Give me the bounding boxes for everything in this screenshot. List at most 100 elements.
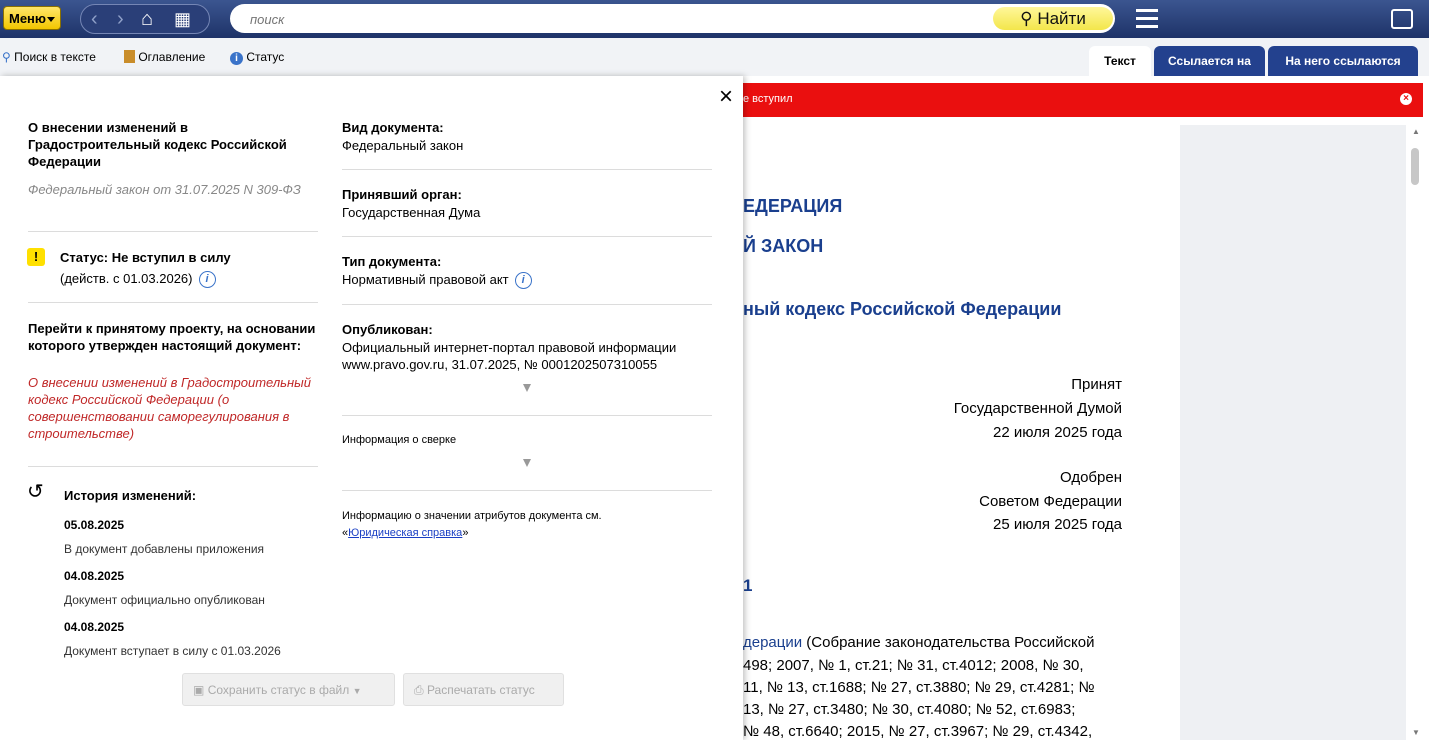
save-status-label: Сохранить статус в файл [207,683,350,697]
history-date: 05.08.2025 [64,518,125,532]
status-panel: × О внесении изменений в Градостроительн… [0,76,743,740]
book-icon [124,50,135,63]
history-date: 04.08.2025 [64,569,125,583]
status-button[interactable]: i Статус [230,50,284,65]
save-status-button[interactable]: ▣ Сохранить статус в файл ▼ [182,673,395,706]
doc-kind-value: Федеральный закон [342,138,464,153]
scroll-up-icon[interactable]: ▲ [1412,127,1420,136]
doc-heading: Й ЗАКОН [743,236,824,256]
disk-icon: ▣ [193,683,205,697]
scroll-down-icon[interactable]: ▼ [1412,728,1420,737]
warning-icon: ! [27,248,45,266]
forward-icon[interactable]: › [117,8,124,30]
tab-referenced-by[interactable]: На него ссылаются [1268,46,1418,76]
approved-line: 25 июля 2025 года [993,516,1122,533]
magnifier-icon: ⚲ [2,50,11,64]
printer-icon: ⎙ [414,683,424,697]
find-label: Найти [1037,9,1086,28]
status-effective-text: (действ. с 01.03.2026) [60,271,193,286]
divider [342,415,712,416]
history-icon: ↺ [27,481,44,503]
search-in-text-button[interactable]: ⚲ Поиск в тексте [2,50,96,64]
divider [342,304,712,305]
project-label: Перейти к принятому проекту, на основани… [28,321,316,353]
chevron-down-icon: ▼ [352,686,362,696]
doc-subtitle: Федеральный закон от 31.07.2025 N 309-ФЗ [28,182,301,197]
history-text: В документ добавлены приложения [64,542,265,556]
contents-button[interactable]: Оглавление [124,50,205,64]
article-number: 1 [743,576,753,595]
doc-title: О внесении изменений в Градостроительный… [28,120,287,169]
scrollbar[interactable]: ▲ ▼ [1407,125,1429,740]
home-icon[interactable]: ⌂ [141,8,153,30]
info-icon[interactable]: i [514,272,532,290]
find-button[interactable]: ⚲ Найти [993,7,1113,30]
search-icon: ⚲ [1020,9,1033,28]
project-link[interactable]: О внесении изменений в Градостроительный… [28,374,318,442]
type-label: Тип документа: [342,254,442,269]
expand-icon[interactable] [523,384,531,392]
right-margin [1180,125,1406,740]
reconcile-label: Информация о сверке [342,434,457,446]
scrollbar-thumb[interactable] [1411,148,1419,185]
divider [28,302,318,303]
history-text: Документ вступает в силу с 01.03.2026 [64,644,281,658]
tab-text[interactable]: Текст [1089,46,1151,76]
status-text: Статус: Не вступил в силу [60,250,231,265]
document-page: ЕДЕРАЦИЯ Й ЗАКОН ный кодекс Российской Ф… [743,125,1180,740]
divider [342,490,712,491]
doc-kind-label: Вид документа: [342,120,444,135]
body-line: № 48, ст.6640; 2015, № 27, ст.3967; № 29… [743,723,1093,740]
history-text: Документ официально опубликован [64,593,265,607]
accepted-line: Государственной Думой [953,400,1122,417]
print-status-label: Распечатать статус [426,683,535,697]
attr-info: Информацию о значении атрибутов документ… [342,510,602,522]
divider [28,466,318,467]
nav-group: ‹ › ⌂ ▦ [80,4,210,34]
top-bar: Меню ‹ › ⌂ ▦ ⚲ Найти [0,0,1429,38]
tab-references[interactable]: Ссылается на [1154,46,1265,76]
body-line: 13, № 27, ст.3480; № 30, ст.4080; № 52, … [743,701,1076,718]
chevron-down-icon [47,17,55,22]
print-status-button[interactable]: ⎙ Распечатать статус [403,673,564,706]
doc-heading: ЕДЕРАЦИЯ [743,196,843,216]
menu-label: Меню [9,11,47,26]
menu-button[interactable]: Меню [3,6,61,30]
doc-title: ный кодекс Российской Федерации [743,299,1062,319]
type-value: Нормативный правовой акт i [342,271,532,290]
type-value-text: Нормативный правовой акт [342,272,509,287]
search-in-text-label: Поиск в тексте [14,50,96,64]
organ-label: Принявший орган: [342,187,462,202]
body-line: 11, № 13, ст.1688; № 27, ст.3880; № 29, … [743,679,1095,696]
status-effective: (действ. с 01.03.2026) i [60,270,216,289]
hamburger-icon[interactable] [1136,9,1158,29]
legal-reference-link[interactable]: Юридическая справка [348,527,462,539]
history-title: История изменений: [64,488,197,503]
attr-link-line: «Юридическая справка» [342,527,469,539]
body-text: (Собрание законодательства Российской [802,634,1095,651]
close-icon[interactable]: × [1400,93,1412,105]
divider [342,236,712,237]
divider [28,231,318,232]
published-value: Официальный интернет-портал правовой инф… [342,340,677,372]
divider [342,169,712,170]
banner-text: е вступил [743,93,793,105]
search-input[interactable] [248,9,952,29]
feedback-icon[interactable] [1391,9,1413,29]
search-box [230,4,1115,33]
body-line: дерации (Собрание законодательства Росси… [743,634,1094,651]
approved-line: Советом Федерации [979,493,1122,510]
accepted-line: Принят [1071,376,1122,393]
body-link[interactable]: дерации [743,634,802,651]
grid-icon[interactable]: ▦ [174,8,191,30]
accepted-line: 22 июля 2025 года [993,424,1122,441]
status-banner: е вступил × [743,83,1423,117]
close-icon[interactable]: × [719,84,733,110]
info-icon[interactable]: i [198,271,216,289]
expand-icon[interactable] [523,459,531,467]
back-icon[interactable]: ‹ [91,8,98,30]
organ-value: Государственная Дума [342,205,481,220]
body-line: 498; 2007, № 1, ст.21; № 31, ст.4012; 20… [743,657,1084,674]
contents-label: Оглавление [138,50,206,64]
published-label: Опубликован: [342,322,433,337]
